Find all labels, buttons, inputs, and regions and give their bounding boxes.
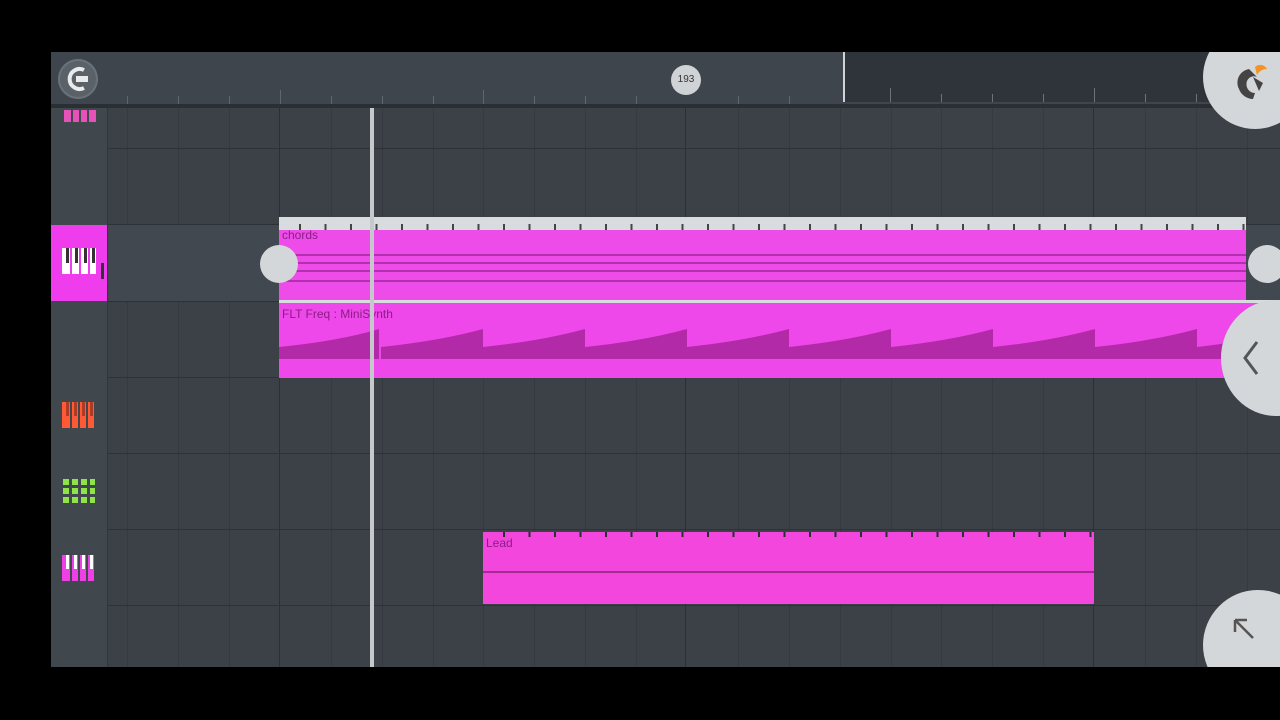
clip-flt-freq-automation[interactable]: FLT Freq : MiniSynth: [279, 300, 1280, 378]
timeline-ruler[interactable]: 193: [51, 52, 1280, 108]
clip-resize-handle-left[interactable]: [260, 245, 298, 283]
playlist-grid[interactable]: chords FLT Freq : MiniSynth Lead: [51, 108, 1280, 667]
track-header[interactable]: [51, 530, 107, 606]
track-header[interactable]: [51, 378, 107, 454]
track-list: [51, 108, 108, 667]
playlist-window: 193 chords FLT Freq: MiniSynth Lead: [51, 52, 1280, 667]
automation-curve: [279, 329, 1280, 359]
drum-pads-icon: [63, 479, 95, 503]
piano-icon: [62, 555, 94, 581]
piano-icon: [62, 248, 96, 274]
snap-magnet-icon[interactable]: [58, 59, 98, 99]
piano-icon: [62, 402, 94, 428]
clip-chords[interactable]: chords: [279, 217, 1246, 307]
clip-lead[interactable]: Lead: [483, 532, 1094, 604]
playhead-line[interactable]: [370, 108, 374, 667]
track-header[interactable]: [51, 454, 107, 530]
clip-label: Lead: [486, 536, 513, 550]
clip-resize-handle-right[interactable]: [1248, 245, 1280, 283]
playhead-position-marker[interactable]: 193: [671, 65, 701, 95]
piano-icon: [64, 110, 96, 122]
track-header-selected[interactable]: [51, 225, 107, 301]
clip-label: chords: [282, 228, 319, 242]
track-header[interactable]: [51, 108, 107, 148]
